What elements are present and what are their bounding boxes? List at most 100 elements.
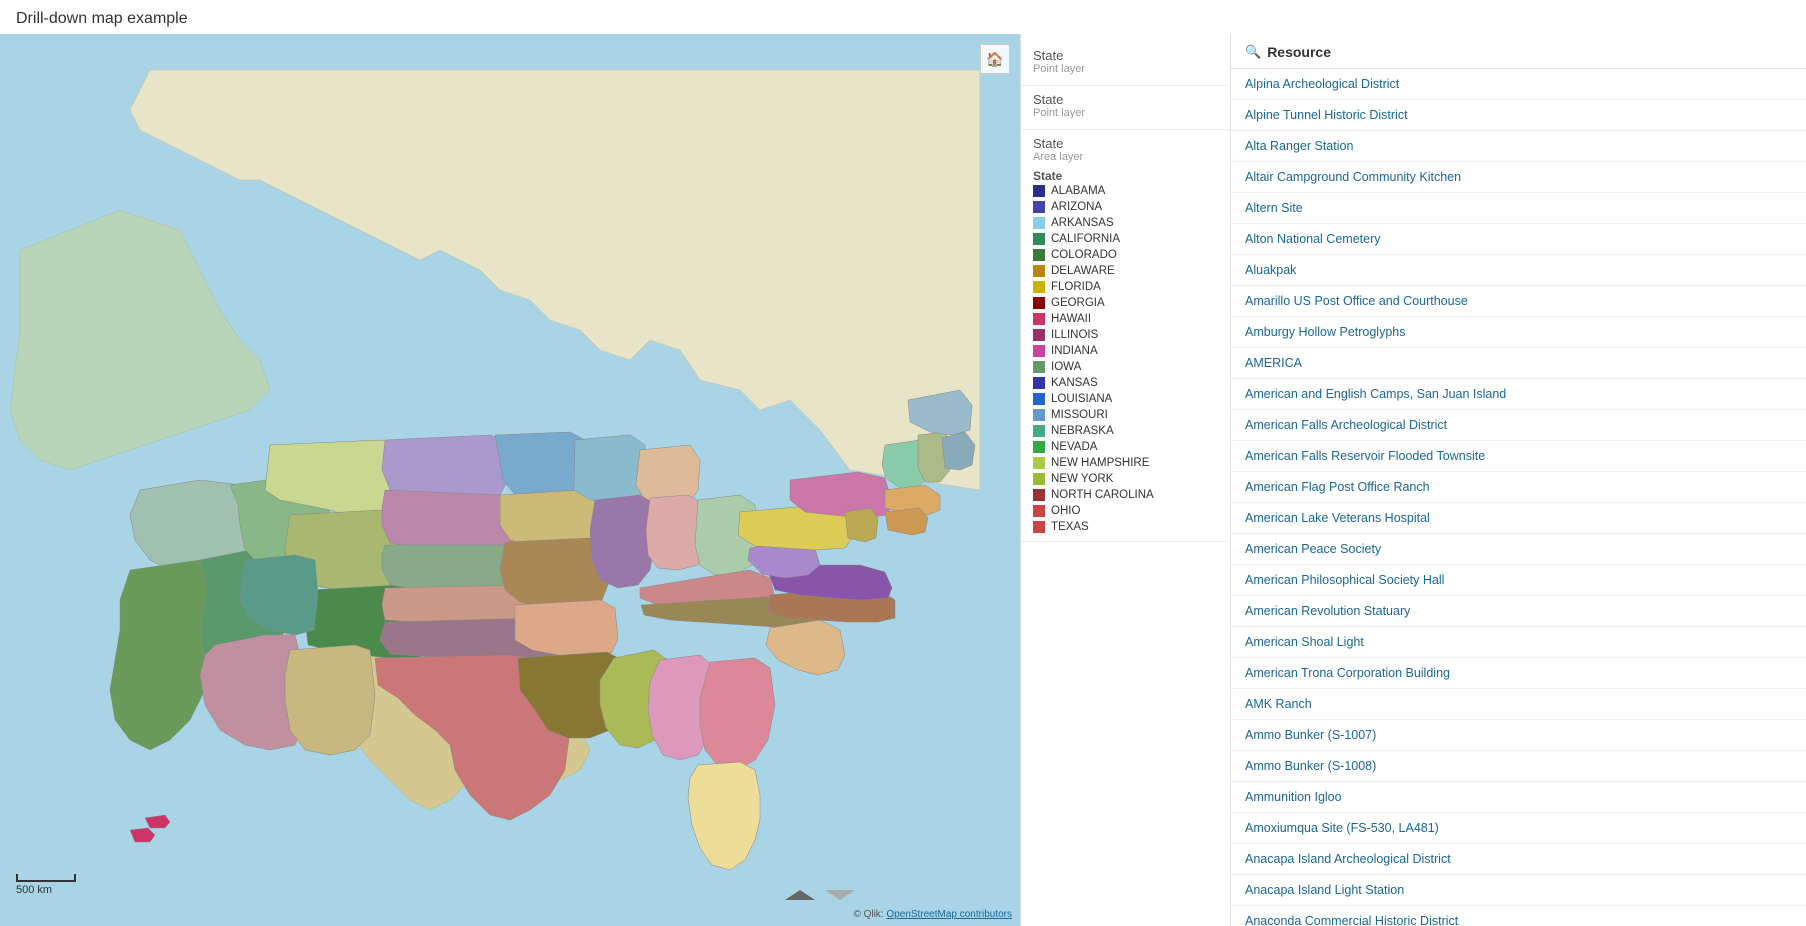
legend-color-swatch xyxy=(1033,473,1045,485)
resource-list-item[interactable]: Altern Site xyxy=(1231,193,1806,224)
legend-state-label: HAWAII xyxy=(1051,313,1091,325)
attribution-link[interactable]: OpenStreetMap contributors xyxy=(886,909,1012,920)
legend-state-label: LOUISIANA xyxy=(1051,393,1112,405)
map-attribution: © Qlik: OpenStreetMap contributors xyxy=(853,909,1012,920)
legend-state-label: NEVADA xyxy=(1051,441,1097,453)
legend-item[interactable]: TEXAS xyxy=(1033,519,1218,535)
layer-section-1: State Point layer xyxy=(1021,42,1230,86)
resource-list-item[interactable]: Anacapa Island Light Station xyxy=(1231,875,1806,906)
resource-list-item[interactable]: Alpine Tunnel Historic District xyxy=(1231,100,1806,131)
map-scale: 500 km xyxy=(16,874,76,896)
legend-color-swatch xyxy=(1033,265,1045,277)
resource-list-item[interactable]: Alta Ranger Station xyxy=(1231,131,1806,162)
legend-item[interactable]: NORTH CAROLINA xyxy=(1033,487,1218,503)
legend-state-label: GEORGIA xyxy=(1051,297,1105,309)
legend-item[interactable]: INDIANA xyxy=(1033,343,1218,359)
legend-item[interactable]: NEBRASKA xyxy=(1033,423,1218,439)
legend-color-swatch xyxy=(1033,233,1045,245)
legend-state-label: COLORADO xyxy=(1051,249,1117,261)
scale-label: 500 km xyxy=(16,884,52,896)
legend-item[interactable]: MISSOURI xyxy=(1033,407,1218,423)
legend-state-label: OHIO xyxy=(1051,505,1080,517)
resource-list-item[interactable]: AMK Ranch xyxy=(1231,689,1806,720)
legend-state-label: TEXAS xyxy=(1051,521,1089,533)
legend-item[interactable]: GEORGIA xyxy=(1033,295,1218,311)
resource-list-item[interactable]: Ammo Bunker (S-1008) xyxy=(1231,751,1806,782)
legend-item[interactable]: ARIZONA xyxy=(1033,199,1218,215)
resource-list-item[interactable]: American Shoal Light xyxy=(1231,627,1806,658)
resource-list-item[interactable]: American Flag Post Office Ranch xyxy=(1231,472,1806,503)
legend-item[interactable]: LOUISIANA xyxy=(1033,391,1218,407)
legend-state-label: ALABAMA xyxy=(1051,185,1105,197)
legend-state-label: CALIFORNIA xyxy=(1051,233,1120,245)
legend-item[interactable]: NEW HAMPSHIRE xyxy=(1033,455,1218,471)
legend-state-label: ARKANSAS xyxy=(1051,217,1114,229)
legend-color-swatch xyxy=(1033,361,1045,373)
legend-color-swatch xyxy=(1033,281,1045,293)
legend-color-swatch xyxy=(1033,425,1045,437)
resource-list-item[interactable]: American Revolution Statuary xyxy=(1231,596,1806,627)
area-layer-subtitle: Area layer xyxy=(1033,151,1218,163)
resource-list-item[interactable]: American Philosophical Society Hall xyxy=(1231,565,1806,596)
legend-state-label: INDIANA xyxy=(1051,345,1098,357)
legend-item[interactable]: COLORADO xyxy=(1033,247,1218,263)
resource-list-item[interactable]: American Falls Archeological District xyxy=(1231,410,1806,441)
legend-state-label: DELAWARE xyxy=(1051,265,1115,277)
layer-section-2: State Point layer xyxy=(1021,86,1230,130)
legend-item[interactable]: IOWA xyxy=(1033,359,1218,375)
legend-item[interactable]: ARKANSAS xyxy=(1033,215,1218,231)
area-layer-title: State xyxy=(1033,136,1218,151)
resource-list-item[interactable]: American and English Camps, San Juan Isl… xyxy=(1231,379,1806,410)
map-area: 🏠 500 km © Qlik: OpenStreetMap contribut… xyxy=(0,34,1020,926)
legend-item[interactable]: HAWAII xyxy=(1033,311,1218,327)
legend-color-swatch xyxy=(1033,505,1045,517)
legend-state-label: FLORIDA xyxy=(1051,281,1101,293)
resource-list-item[interactable]: Anacapa Island Archeological District xyxy=(1231,844,1806,875)
resource-list-item[interactable]: American Lake Veterans Hospital xyxy=(1231,503,1806,534)
search-icon: 🔍 xyxy=(1245,44,1261,60)
legend-color-swatch xyxy=(1033,393,1045,405)
resource-list-item[interactable]: Alton National Cemetery xyxy=(1231,224,1806,255)
resource-list-item[interactable]: Amburgy Hollow Petroglyphs xyxy=(1231,317,1806,348)
legend-item[interactable]: ILLINOIS xyxy=(1033,327,1218,343)
resource-list-item[interactable]: Aluakpak xyxy=(1231,255,1806,286)
legend-state-label: NEBRASKA xyxy=(1051,425,1114,437)
legend-color-swatch xyxy=(1033,377,1045,389)
resource-list-item[interactable]: Anaconda Commercial Historic District xyxy=(1231,906,1806,926)
resource-header: 🔍 Resource xyxy=(1231,34,1806,69)
resource-header-label: Resource xyxy=(1267,44,1331,60)
state-legend-label: State xyxy=(1033,169,1218,183)
resource-list-item[interactable]: Ammunition Igloo xyxy=(1231,782,1806,813)
legend-state-label: NEW HAMPSHIRE xyxy=(1051,457,1149,469)
legend-state-label: ARIZONA xyxy=(1051,201,1102,213)
home-button[interactable]: 🏠 xyxy=(980,44,1010,74)
resource-list-item[interactable]: American Peace Society xyxy=(1231,534,1806,565)
resource-list-item[interactable]: American Trona Corporation Building xyxy=(1231,658,1806,689)
legend-state-label: IOWA xyxy=(1051,361,1081,373)
resource-list-item[interactable]: AMERICA xyxy=(1231,348,1806,379)
legend-color-swatch xyxy=(1033,489,1045,501)
resource-list-item[interactable]: American Falls Reservoir Flooded Townsit… xyxy=(1231,441,1806,472)
legend-item[interactable]: DELAWARE xyxy=(1033,263,1218,279)
legend-item[interactable]: NEVADA xyxy=(1033,439,1218,455)
resource-list-item[interactable]: Altair Campground Community Kitchen xyxy=(1231,162,1806,193)
legend-item[interactable]: ALABAMA xyxy=(1033,183,1218,199)
legend-item[interactable]: KANSAS xyxy=(1033,375,1218,391)
legend-state-label: KANSAS xyxy=(1051,377,1098,389)
resource-list-item[interactable]: Amoxiumqua Site (FS-530, LA481) xyxy=(1231,813,1806,844)
legend-item[interactable]: CALIFORNIA xyxy=(1033,231,1218,247)
legend-color-swatch xyxy=(1033,409,1045,421)
legend-item[interactable]: NEW YORK xyxy=(1033,471,1218,487)
resource-list-item[interactable]: Ammo Bunker (S-1007) xyxy=(1231,720,1806,751)
legend-item[interactable]: OHIO xyxy=(1033,503,1218,519)
legend-state-label: MISSOURI xyxy=(1051,409,1108,421)
legend-color-swatch xyxy=(1033,297,1045,309)
resource-panel: 🔍 Resource Alpina Archeological District… xyxy=(1231,34,1806,926)
legend-item[interactable]: FLORIDA xyxy=(1033,279,1218,295)
layer-subtitle-2: Point layer xyxy=(1033,107,1218,119)
resource-list-item[interactable]: Alpina Archeological District xyxy=(1231,69,1806,100)
legend-color-swatch xyxy=(1033,185,1045,197)
resource-list[interactable]: Alpina Archeological DistrictAlpine Tunn… xyxy=(1231,69,1806,926)
resource-list-item[interactable]: Amarillo US Post Office and Courthouse xyxy=(1231,286,1806,317)
legend-list: ALABAMA ARIZONA ARKANSAS CALIFORNIA COLORADO… xyxy=(1033,183,1218,535)
